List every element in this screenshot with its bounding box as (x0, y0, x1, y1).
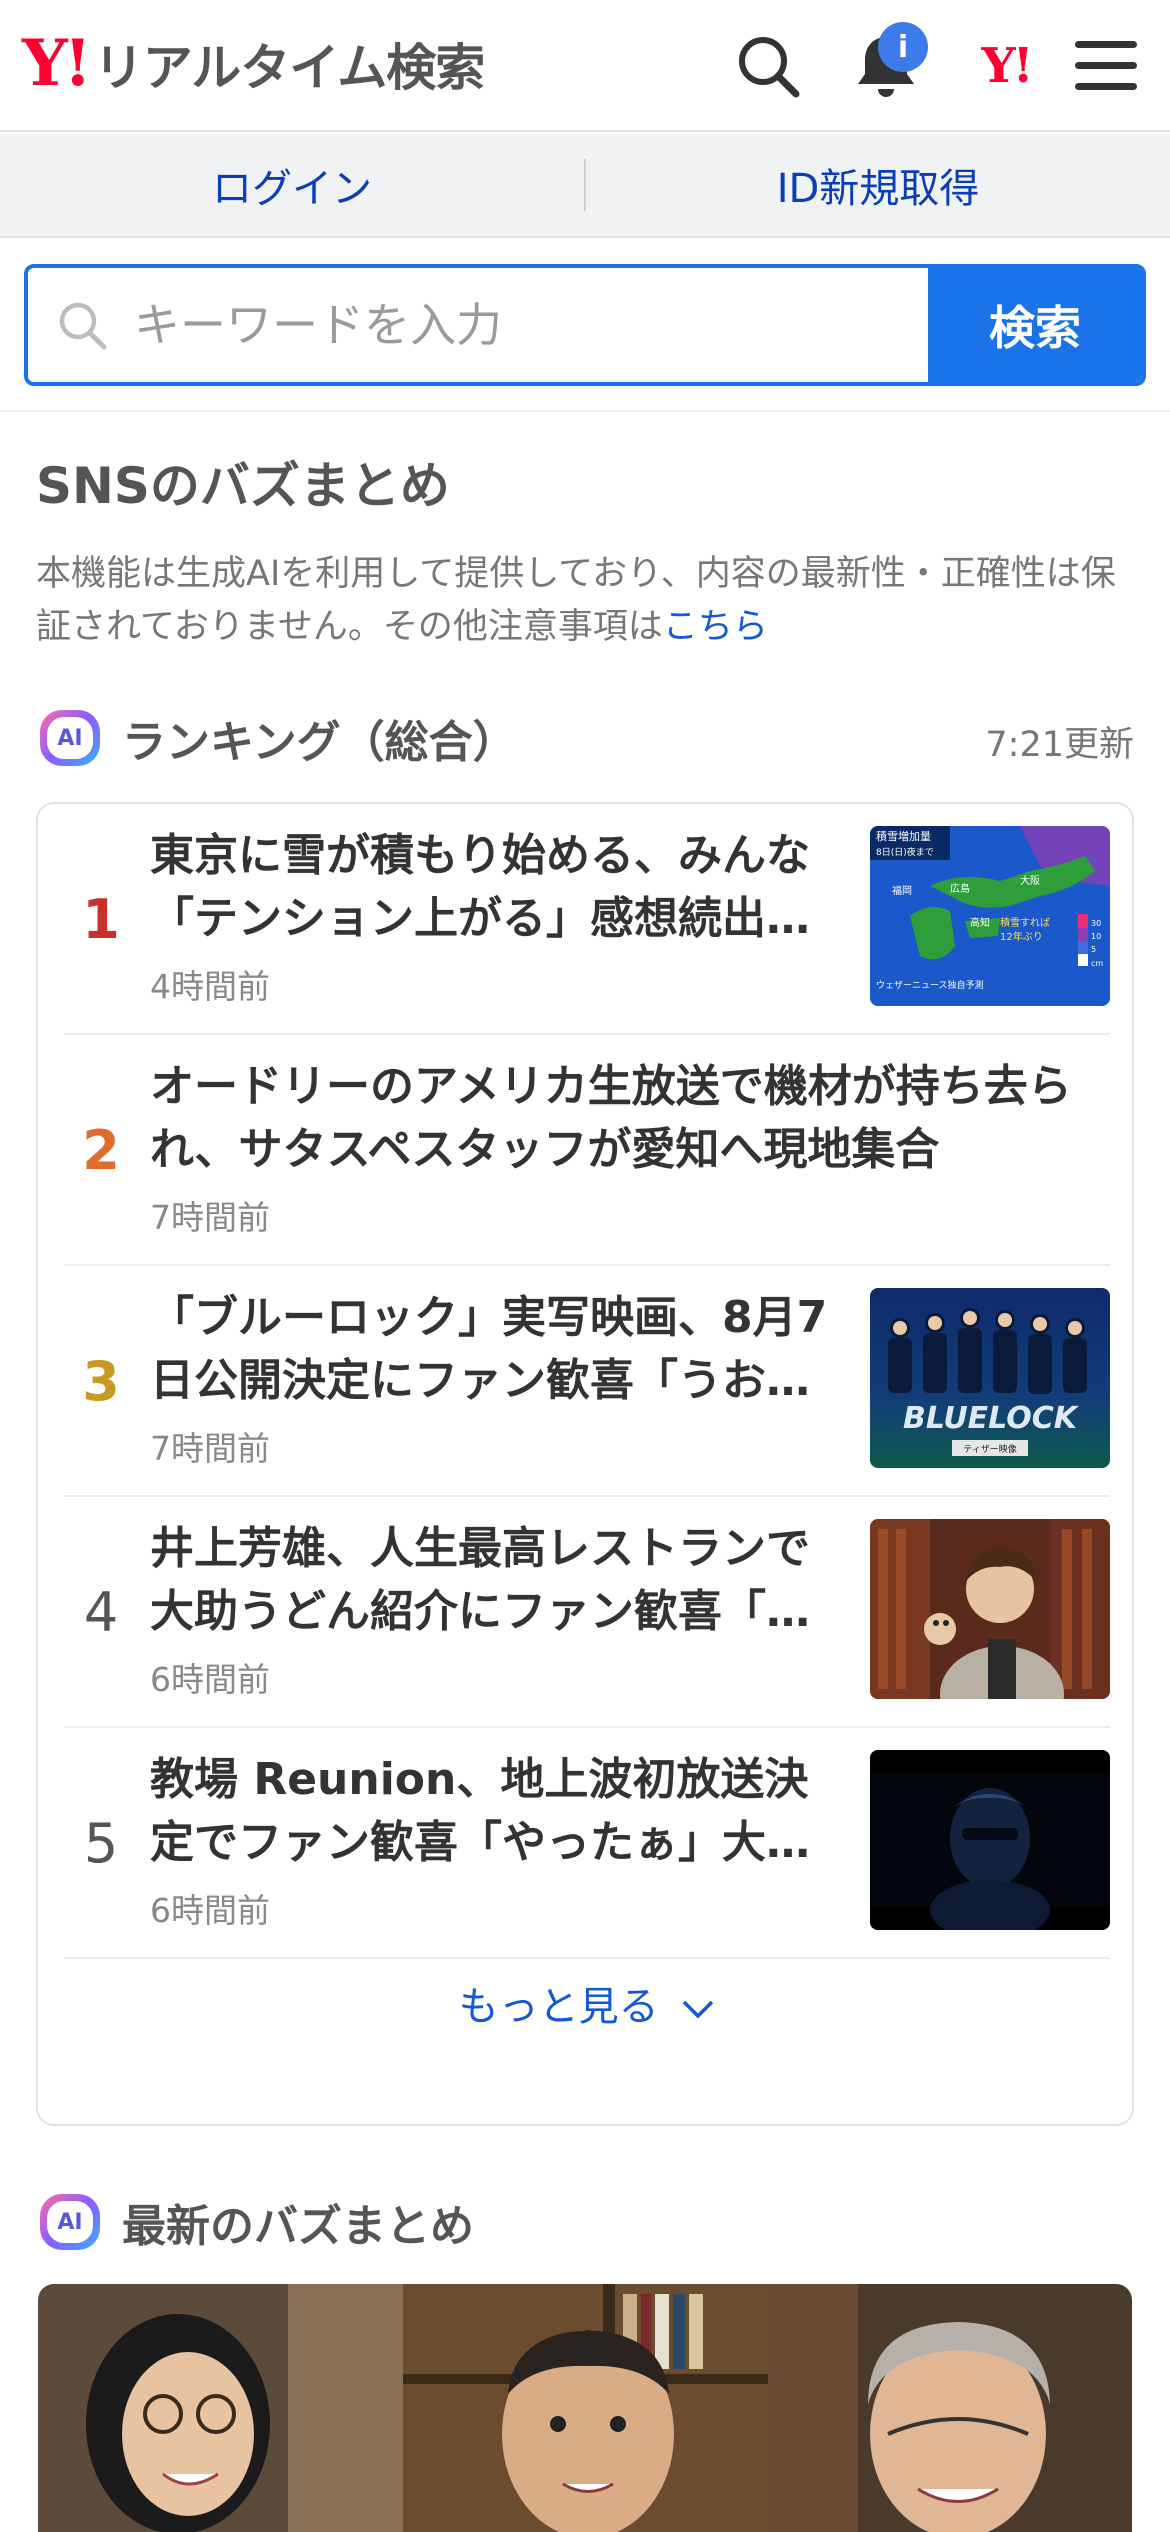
ai-icon-label: AI (47, 717, 93, 759)
latest-buzz-title: 最新のバズまとめ (122, 2201, 474, 2252)
notification-bell-icon[interactable]: i (846, 22, 928, 106)
ai-icon: AI (40, 2194, 100, 2250)
map-label: 高知 (970, 916, 990, 929)
item-time: 6時間前 (150, 1891, 270, 1930)
divider (0, 410, 1170, 412)
item-title: 「ブルーロック」実写映画、8月7日公開決定にファン歓喜「うお… (150, 1292, 828, 1406)
chevron-down-icon (683, 2000, 714, 2019)
ranking-card: 1 東京に雪が積もり始める、みんな「テンション上がる」感想続出… 4時間前 積雪… (36, 802, 1134, 2126)
rank-number: 4 (83, 1581, 119, 1644)
map-title: 積雪増加量 (876, 829, 931, 843)
item-time: 7時間前 (150, 1198, 270, 1237)
updated-time: 7:21更新 (985, 725, 1134, 765)
yahoo-realtime-logo[interactable]: Y! リアルタイム検索 (22, 26, 485, 101)
rank-number: 1 (82, 888, 120, 951)
item-title: オードリーのアメリカ生放送で機材が持ち去られ、サタスペスタッフが愛知へ現地集合 (150, 1061, 1072, 1175)
signup-link[interactable]: ID新規取得 (586, 156, 1170, 214)
map-label: 福岡 (892, 884, 912, 897)
yahoo-mark: Y! (981, 38, 1033, 94)
search-form: 検索 (24, 264, 1146, 386)
restaurant-show-thumbnail (870, 1519, 1110, 1699)
map-note: 12年ぶり (1000, 930, 1043, 943)
latest-buzz-image[interactable] (38, 2284, 1132, 2532)
map-subtitle: 8日(日)夜まで (876, 846, 934, 858)
login-link[interactable]: ログイン (0, 156, 584, 214)
search-button[interactable]: 検索 (928, 268, 1142, 382)
drama-thumbnail (870, 1750, 1110, 1930)
notice-link[interactable]: こちら (663, 607, 768, 647)
app-header: Y! リアルタイム検索 i Y! (0, 0, 1170, 132)
section-title: SNSのバズまとめ (36, 457, 450, 515)
ai-icon: AI (40, 710, 100, 766)
ai-notice: 本機能は生成AIを利用して提供しており、内容の最新性・正確性は保証されておりませ… (36, 548, 1136, 654)
photo-panel (38, 2284, 403, 2532)
yahoo-top-link-icon[interactable]: Y! (966, 26, 1046, 106)
movie-logo: BLUELOCK (903, 1401, 1080, 1436)
latest-buzz-header: AI 最新のバズまとめ (40, 2190, 474, 2254)
map-note: 積雪すれば (1000, 916, 1050, 929)
item-title: 教場 Reunion、地上波初放送決定でファン歓喜「やったぁ」大… (150, 1754, 810, 1868)
ranking-item-3[interactable]: 3 「ブルーロック」実写映画、8月7日公開決定にファン歓喜「うお… 7時間前 B… (64, 1266, 1110, 1497)
map-label: 広島 (950, 882, 970, 895)
bluelock-movie-thumbnail: BLUELOCK ティザー映像 (870, 1288, 1110, 1468)
logo-text: リアルタイム検索 (93, 39, 485, 97)
ranking-item-4[interactable]: 4 井上芳雄、人生最高レストランで大助うどん紹介にファン歓喜「… 6時間前 (64, 1497, 1110, 1728)
ranking-header: AI ランキング（総合） (40, 706, 517, 770)
photo-panel (768, 2284, 1132, 2532)
ai-icon-label: AI (47, 2201, 93, 2243)
ranking-item-1[interactable]: 1 東京に雪が積もり始める、みんな「テンション上がる」感想続出… 4時間前 積雪… (64, 804, 1110, 1035)
legend-unit: cm (1091, 959, 1103, 968)
item-time: 4時間前 (150, 967, 270, 1006)
show-more-label: もっと見る (458, 1984, 659, 2030)
hamburger-menu-icon[interactable] (1066, 26, 1146, 106)
thumbnail-caption: ティザー映像 (963, 1443, 1016, 1455)
legend-value: 10 (1091, 932, 1101, 941)
search-field-icon (59, 302, 107, 350)
photo-panel (403, 2284, 768, 2532)
item-time: 7時間前 (150, 1429, 270, 1468)
yahoo-logo-mark: Y! (22, 26, 92, 101)
map-label: 大阪 (1020, 874, 1040, 887)
item-title: 東京に雪が積もり始める、みんな「テンション上がる」感想続出… (150, 830, 810, 944)
item-title: 井上芳雄、人生最高レストランで大助うどん紹介にファン歓喜「… (150, 1523, 810, 1637)
legend-value: 5 (1091, 945, 1096, 954)
ranking-item-5[interactable]: 5 教場 Reunion、地上波初放送決定でファン歓喜「やったぁ」大… 6時間前 (64, 1728, 1110, 1959)
notification-badge: i (878, 22, 928, 72)
rank-number: 5 (83, 1812, 119, 1875)
snow-forecast-thumbnail: 積雪増加量 8日(日)夜まで 福岡 広島 大阪 高知 積雪すれば 12年ぶり 3… (870, 826, 1110, 1006)
ranking-item-2[interactable]: 2 オードリーのアメリカ生放送で機材が持ち去られ、サタスペスタッフが愛知へ現地集… (64, 1035, 1110, 1266)
notice-text: 本機能は生成AIを利用して提供しており、内容の最新性・正確性は保証されておりませ… (36, 554, 1116, 647)
search-icon[interactable] (728, 26, 808, 106)
ranking-title: ランキング（総合） (122, 717, 517, 768)
show-more-button[interactable]: もっと見る (38, 1974, 1136, 2032)
rank-number: 2 (82, 1119, 120, 1182)
rank-number: 3 (82, 1350, 120, 1413)
search-input[interactable] (134, 298, 834, 352)
map-source: ウェザーニュース独自予測 (876, 979, 984, 991)
search-field-wrapper[interactable] (28, 268, 928, 382)
item-time: 6時間前 (150, 1660, 270, 1699)
account-bar: ログイン ID新規取得 (0, 134, 1170, 238)
legend-value: 30 (1091, 919, 1101, 928)
